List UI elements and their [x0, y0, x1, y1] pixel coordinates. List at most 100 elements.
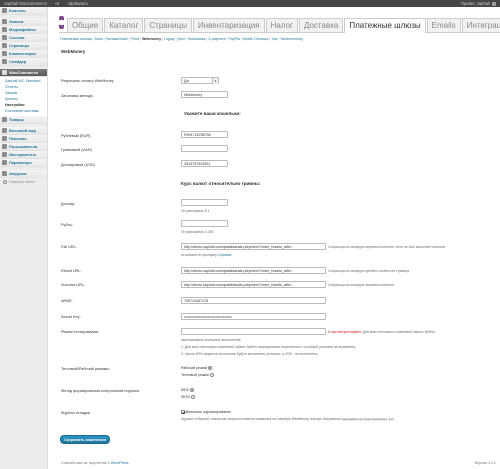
tab-catalog[interactable]: Каталог	[104, 18, 144, 32]
sidebar-item-appearance[interactable]: Внешний вид	[0, 127, 47, 135]
footer-text: Спасибо вам за творчество с	[61, 461, 110, 465]
gateway-link[interactable]: PayPal	[229, 37, 240, 41]
sidebar-item-label: Товары	[9, 117, 25, 122]
admin-sidebar: Консоль Записи Медиафайлы Ссылки Страниц…	[0, 7, 48, 469]
posts-icon	[2, 19, 7, 24]
wallets-heading: Укажите ваши кошельки:	[184, 111, 241, 116]
slider-icon	[2, 59, 7, 64]
sidebar-item-media[interactable]: Медиафайлы	[0, 26, 47, 34]
tab-integration[interactable]: Интеграция	[461, 18, 500, 32]
wordpress-link[interactable]: WordPress	[111, 461, 129, 465]
sidebar-item-label: Консоль	[9, 8, 26, 13]
uah-wallet-input[interactable]	[181, 145, 228, 152]
sidebar-item-pages[interactable]: Страницы	[0, 42, 47, 50]
gateway-link[interactable]: Z-payment	[208, 37, 225, 41]
gateway-link[interactable]: Mobill Checkout	[243, 37, 269, 41]
usd-rate-description: По умолчанию 8.1	[181, 209, 210, 213]
rub-rate-input[interactable]	[181, 220, 228, 227]
sidebar-item-links[interactable]: Ссылки	[0, 34, 47, 42]
collapse-menu[interactable]: Свернуть меню	[0, 178, 47, 186]
mode-label: Тестовый/Рабочий режимы:	[61, 367, 111, 371]
rub-rate-description: По умолчанию 0.245	[181, 230, 214, 234]
secret-key-input[interactable]: ••••••••••••••••••••••••••••••••••••••	[181, 313, 326, 320]
sign-label: Метод формирования контрольной подписи:	[61, 389, 140, 393]
test-mode-desc-text: Для всех тестовых платежей сервис будет	[362, 330, 435, 334]
sidebar-item-products[interactable]: Товары	[0, 116, 47, 124]
tab-tax[interactable]: Налог	[265, 18, 298, 32]
usd-wallet-input[interactable]: Z815797424091	[181, 160, 228, 167]
comments-count: 0	[56, 1, 60, 6]
sign-md5-radio[interactable]: MD5	[181, 388, 194, 392]
tab-shipping[interactable]: Доставка	[298, 18, 344, 32]
rub-rate-label: Рубль:	[61, 223, 73, 227]
save-button[interactable]: Сохранить изменения	[60, 435, 110, 444]
gateway-link[interactable]: Webmoney	[142, 37, 161, 41]
sidebar-item-plugins[interactable]: Плагины	[0, 135, 47, 143]
mode-test-radio[interactable]: Тестовый режим	[181, 373, 214, 377]
gateway-link[interactable]: Платежные шлюзы	[60, 37, 92, 41]
site-name[interactable]: Saphali Woocommerce	[4, 1, 47, 6]
gateway-link[interactable]: Банк	[95, 37, 103, 41]
greeting: Привет, saphali	[460, 1, 490, 6]
sidebar-item-tools[interactable]: Инструменты	[0, 151, 47, 159]
radio-checked-icon	[207, 366, 212, 370]
submenu-item-system-status[interactable]: Состояние системы	[5, 108, 47, 114]
success-url-label: Success URL:	[61, 283, 86, 287]
result-url-description: Страница на которую придет ответ от серв…	[328, 269, 409, 273]
rub-wallet-label: Рублевый (RUR)	[61, 134, 91, 138]
tab-general[interactable]: Общие	[67, 18, 104, 32]
sidebar-item-posts[interactable]: Записи	[0, 18, 47, 26]
appearance-icon	[2, 128, 7, 133]
gateway-link[interactable]: Наложенный	[106, 37, 128, 41]
success-url-input[interactable]: http://demo.saphali.com/qiwtaldaraai-pol…	[181, 281, 326, 288]
sidebar-item-slider[interactable]: Слайдер	[0, 58, 47, 66]
radio-unchecked-icon	[190, 395, 195, 399]
tab-inventory[interactable]: Инвентаризация	[192, 18, 265, 32]
mode-test-label: Тестовый режим	[181, 373, 209, 377]
sidebar-item-users[interactable]: Пользователи	[0, 143, 47, 151]
fail-url-input[interactable]: http://demo.saphali.com/qiwtaldaraai-pol…	[181, 243, 326, 250]
sidebar-item-downloads[interactable]: Загрузки	[0, 170, 47, 178]
fail-url-label: Fail URL:	[61, 245, 77, 249]
rub-wallet-input[interactable]: R591718786756	[181, 131, 228, 138]
sidebar-item-label: Параметры	[9, 160, 32, 165]
sidebar-item-label: Загрузки	[9, 171, 27, 176]
gateway-link[interactable]: Robokassa	[187, 37, 205, 41]
admin-bar-comments[interactable]: ▪ 0	[51, 0, 63, 7]
sidebar-item-woocommerce[interactable]: WooCommerce	[0, 69, 47, 77]
tab-payment-gateways[interactable]: Платежные шлюзы	[344, 18, 426, 33]
mode-live-radio[interactable]: Рабочий режим	[181, 366, 212, 370]
sidebar-item-dashboard[interactable]: Консоль	[0, 7, 47, 15]
log-checkbox[interactable]: Включить журналирование	[181, 410, 231, 414]
admin-bar-account[interactable]: Привет, saphali	[457, 0, 500, 7]
gateway-link[interactable]: Ptrnd	[130, 37, 139, 41]
sidebar-item-label: WooCommerce	[9, 70, 39, 75]
gateway-link[interactable]: Yandexmoney	[280, 37, 303, 41]
wmid-input[interactable]: 739710387278	[181, 297, 326, 304]
enable-select[interactable]: Да ▾	[181, 77, 219, 84]
fail-url-desc-text: по-кнопке по принципу	[181, 253, 218, 257]
tab-pages[interactable]: Страницы	[144, 18, 192, 32]
test-mode-input[interactable]	[181, 328, 326, 335]
gateway-link[interactable]: Liqpay	[164, 37, 175, 41]
sidebar-item-label: Комментарии	[9, 51, 36, 56]
fail-url-description-2: по-кнопке по принципу Справка	[181, 253, 231, 257]
enable-select-value: Да	[184, 79, 189, 83]
usd-rate-input[interactable]	[181, 199, 228, 206]
sidebar-item-comments[interactable]: Комментарии	[0, 50, 47, 58]
woocommerce-icon	[2, 70, 7, 75]
gateway-link[interactable]: Qiwi	[178, 37, 185, 41]
usd-wallet-label: Долларовый (USD)	[61, 163, 95, 167]
tools-icon	[2, 152, 7, 157]
admin-bar-new[interactable]: + Добавить	[63, 0, 92, 7]
sidebar-item-settings[interactable]: Параметры	[0, 159, 47, 167]
help-link[interactable]: Справка	[218, 253, 231, 257]
woocommerce-logo-icon	[59, 16, 64, 29]
sign-sign-radio[interactable]: SIGN	[181, 395, 195, 399]
result-url-input[interactable]: http://demo.saphali.com/qiwtaldaraai-pol…	[181, 267, 326, 274]
admin-bar-site-link[interactable]: Saphali Woocommerce	[0, 0, 51, 7]
sidebar-item-label: Внешний вид	[9, 128, 36, 133]
test-mode-desc-emphasis: 0 или отсутствует:	[328, 330, 362, 334]
title-input[interactable]: WebMoney	[181, 91, 228, 98]
tab-emails[interactable]: Emails	[426, 18, 461, 32]
